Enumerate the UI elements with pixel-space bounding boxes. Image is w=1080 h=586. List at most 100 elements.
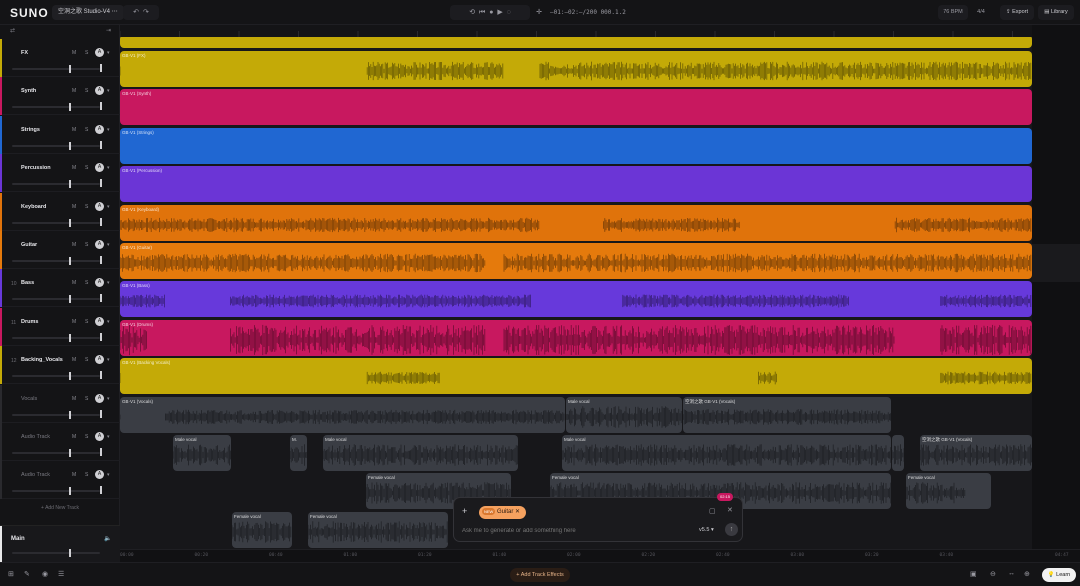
- track-row[interactable]: Synth M S A ▾: [0, 77, 120, 116]
- audio-clip[interactable]: GB·V1 (Strings): [120, 127, 1032, 164]
- audio-clip[interactable]: GB·V1 (Backing Vocals): [120, 358, 1032, 395]
- chevron-down-icon[interactable]: ▾: [107, 50, 110, 56]
- track-volume-slider[interactable]: [12, 257, 100, 265]
- pan-knob[interactable]: A: [95, 278, 104, 288]
- track-row[interactable]: FX M S A ▾: [0, 39, 120, 77]
- metronome-icon[interactable]: ✛: [534, 5, 544, 20]
- audio-clip[interactable]: GB·V1 (Keyboard): [120, 204, 1032, 241]
- prompt-input[interactable]: [462, 526, 692, 536]
- record-icon[interactable]: ●: [489, 9, 493, 16]
- pan-knob[interactable]: A: [95, 316, 104, 326]
- mute-icon[interactable]: M: [72, 88, 76, 94]
- time-signature[interactable]: 4/4: [972, 5, 990, 20]
- volume-thumb[interactable]: [69, 257, 71, 265]
- track-volume-slider[interactable]: [12, 487, 100, 496]
- volume-thumb[interactable]: [69, 141, 71, 150]
- chevron-down-icon[interactable]: ▾: [107, 472, 110, 478]
- solo-icon[interactable]: S: [85, 88, 88, 94]
- track-name[interactable]: Keyboard: [21, 204, 46, 210]
- send-button[interactable]: ↑: [725, 523, 738, 536]
- list-icon[interactable]: ☰: [58, 570, 64, 578]
- solo-icon[interactable]: S: [85, 127, 88, 133]
- track-row[interactable]: Audio Track M S A ▾: [0, 423, 120, 461]
- audio-clip[interactable]: Female vocal: [906, 473, 991, 510]
- pan-knob[interactable]: A: [95, 48, 104, 57]
- collapse-icon[interactable]: ⇄: [10, 27, 15, 34]
- loop-icon[interactable]: ⟲: [469, 9, 475, 16]
- track-name[interactable]: Synth: [21, 88, 36, 94]
- volume-thumb[interactable]: [69, 333, 71, 342]
- track-volume-slider[interactable]: [12, 449, 100, 457]
- mute-icon[interactable]: M: [72, 127, 76, 133]
- zoom-out-icon[interactable]: ⊖: [990, 570, 996, 578]
- add-icon[interactable]: +: [462, 506, 467, 516]
- track-name[interactable]: FX: [21, 50, 28, 56]
- audio-clip[interactable]: GB·V1 (Bass): [120, 281, 1032, 318]
- solo-icon[interactable]: S: [85, 357, 88, 363]
- volume-thumb[interactable]: [69, 372, 71, 381]
- mute-icon[interactable]: M: [72, 165, 76, 171]
- pan-knob[interactable]: A: [95, 355, 104, 365]
- track-volume-slider[interactable]: [12, 372, 100, 381]
- chevron-down-icon[interactable]: ▾: [107, 127, 110, 133]
- chevron-down-icon[interactable]: ▾: [107, 434, 110, 440]
- chevron-down-icon[interactable]: ▾: [107, 319, 110, 325]
- solo-icon[interactable]: S: [85, 280, 88, 286]
- volume-thumb[interactable]: [69, 449, 71, 457]
- track-volume-slider[interactable]: [12, 103, 100, 112]
- track-volume-slider[interactable]: [12, 180, 100, 189]
- volume-thumb[interactable]: [69, 65, 71, 73]
- audio-clip[interactable]: GB·V1 (Guitar): [120, 243, 1032, 279]
- audio-clip[interactable]: 空洞之歌 GB·V1 (Vocals): [920, 435, 1032, 471]
- track-volume-slider[interactable]: [12, 410, 100, 419]
- add-track-button[interactable]: + Add New Track: [0, 505, 120, 511]
- main-volume-thumb[interactable]: [69, 549, 71, 557]
- chevron-down-icon[interactable]: ▾: [107, 280, 110, 286]
- solo-icon[interactable]: S: [85, 396, 88, 402]
- library-button[interactable]: ▤ Library: [1038, 5, 1074, 20]
- chevron-down-icon[interactable]: ▾: [107, 165, 110, 171]
- pan-knob[interactable]: A: [95, 393, 104, 403]
- bpm-display[interactable]: 76 BPM: [938, 5, 968, 20]
- timeline-lanes[interactable]: GB·V1 (FX) GB·V1 (Synth) GB·V1 (Strings) GB…: [120, 37, 1032, 549]
- pan-knob[interactable]: A: [95, 86, 104, 96]
- solo-icon[interactable]: S: [85, 204, 88, 210]
- volume-thumb[interactable]: [69, 180, 71, 189]
- audio-clip[interactable]: GB·V1 (FX): [120, 51, 1032, 87]
- solo-icon[interactable]: S: [85, 165, 88, 171]
- track-row[interactable]: Keyboard M S A ▾: [0, 192, 120, 231]
- version-select[interactable]: v5.5 ▾: [699, 527, 714, 533]
- audio-clip[interactable]: Female vocal: [308, 511, 448, 548]
- audio-clip[interactable]: 空洞之歌 GB·V1 (Vocals): [683, 396, 891, 433]
- audio-clip[interactable]: Male vocal: [323, 435, 518, 471]
- chip-close-icon[interactable]: ✕: [515, 509, 520, 515]
- learn-button[interactable]: 💡 Learn: [1042, 568, 1076, 582]
- audio-clip[interactable]: [120, 37, 1032, 48]
- pan-knob[interactable]: A: [95, 432, 104, 441]
- audio-clip[interactable]: M.: [290, 435, 307, 471]
- volume-thumb[interactable]: [69, 218, 71, 227]
- expand-icon[interactable]: ⇥: [106, 27, 111, 34]
- track-row[interactable]: Audio Track M S A ▾: [0, 461, 120, 500]
- add-track-effects-button[interactable]: + Add Track Effects: [510, 568, 570, 582]
- grid-icon[interactable]: ⊞: [8, 570, 14, 578]
- track-name[interactable]: Drums: [21, 319, 38, 325]
- audio-clip[interactable]: Male vocal: [566, 396, 682, 433]
- pan-knob[interactable]: A: [95, 470, 104, 480]
- save-icon[interactable]: ▣: [970, 570, 977, 578]
- solo-icon[interactable]: S: [85, 242, 88, 248]
- redo-icon[interactable]: ↷: [143, 9, 149, 16]
- mute-icon[interactable]: M: [72, 396, 76, 402]
- track-row[interactable]: Vocals M S A ▾: [0, 384, 120, 423]
- timeline-ruler[interactable]: [119, 25, 1032, 37]
- solo-icon[interactable]: S: [85, 472, 88, 478]
- chevron-down-icon[interactable]: ▾: [107, 357, 110, 363]
- chevron-down-icon[interactable]: ▾: [107, 242, 110, 248]
- mute-icon[interactable]: M: [72, 242, 76, 248]
- window-icon[interactable]: ▢: [709, 507, 716, 515]
- solo-icon[interactable]: S: [85, 434, 88, 440]
- track-chip-guitar[interactable]: NEW Guitar ✕: [479, 506, 527, 519]
- track-name[interactable]: Strings: [21, 127, 40, 133]
- volume-thumb[interactable]: [69, 103, 71, 112]
- volume-thumb[interactable]: [69, 487, 71, 496]
